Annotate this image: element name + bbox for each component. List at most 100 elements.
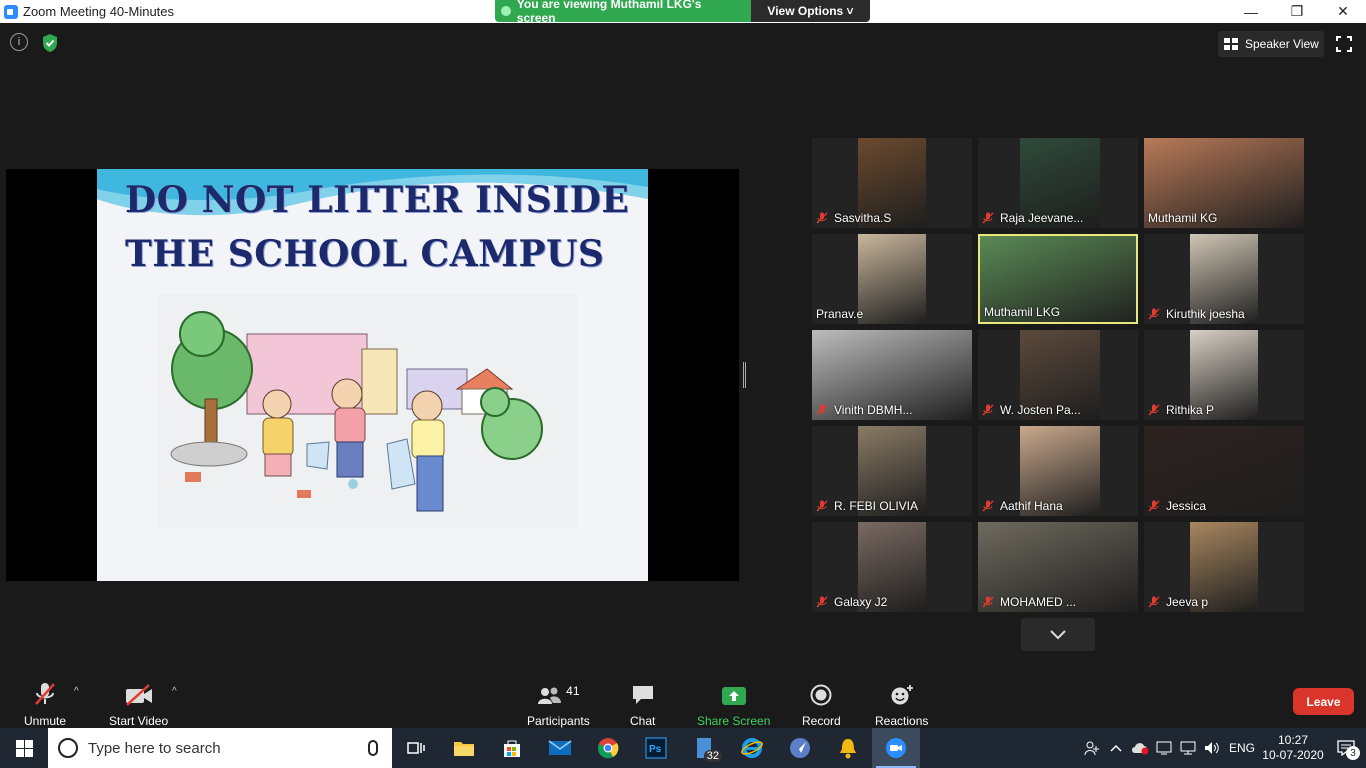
windows-start-button[interactable]	[0, 728, 48, 768]
bell-icon	[840, 739, 856, 759]
participant-tile[interactable]: Muthamil KG	[1144, 138, 1304, 228]
show-hidden-icons-icon[interactable]	[1104, 728, 1128, 768]
gallery-next-page-button[interactable]	[1021, 618, 1095, 651]
shared-screen: DO NOT LITTER INSIDE THE SCHOOL CAMPUS	[6, 169, 739, 581]
participant-name-text: Muthamil LKG	[984, 305, 1061, 319]
slide-title-line-1: DO NOT LITTER INSIDE	[125, 179, 630, 221]
participant-name-text: Sasvitha.S	[834, 211, 892, 225]
participant-tile[interactable]: Kiruthik joesha	[1144, 234, 1304, 324]
participant-tile[interactable]: Sasvitha.S	[812, 138, 972, 228]
participant-name: Muthamil KG	[1148, 211, 1217, 225]
internet-explorer-app[interactable]	[728, 728, 776, 768]
unmute-button[interactable]: Unmute	[24, 680, 66, 728]
cloud-sync-error-icon[interactable]	[1128, 728, 1152, 768]
unmute-label: Unmute	[24, 714, 67, 728]
explorer-shortcut-app[interactable]	[776, 728, 824, 768]
participant-tile[interactable]: Muthamil LKG	[978, 234, 1138, 324]
participant-name-text: R. FEBI OLIVIA	[834, 499, 919, 513]
participant-tile[interactable]: Jeeva p	[1144, 522, 1304, 612]
calculator-badge: 32	[703, 750, 722, 762]
microphone-muted-icon	[34, 680, 56, 706]
participant-tile[interactable]: Aathif Hana	[978, 426, 1138, 516]
participant-name-text: Pranav.e	[816, 307, 864, 321]
chrome-app[interactable]	[584, 728, 632, 768]
encryption-shield-icon[interactable]	[40, 33, 60, 53]
muted-mic-icon	[1148, 500, 1160, 512]
participant-name-text: MOHAMED ...	[1000, 595, 1077, 609]
participant-name-text: Jeeva p	[1166, 595, 1209, 609]
mail-app[interactable]	[536, 728, 584, 768]
close-button[interactable]: ✕	[1320, 0, 1366, 23]
chat-button[interactable]: Chat	[630, 680, 655, 728]
participant-name-text: Raja Jeevane...	[1000, 211, 1084, 225]
info-icon[interactable]: i	[10, 33, 28, 51]
participant-name: W. Josten Pa...	[982, 403, 1081, 417]
participant-tile[interactable]: Raja Jeevane...	[978, 138, 1138, 228]
svg-text:Ps: Ps	[649, 744, 662, 755]
microphone-icon[interactable]	[368, 740, 378, 756]
chevron-down-icon	[1050, 629, 1066, 639]
taskbar-search-box[interactable]: Type here to search	[48, 728, 392, 768]
participant-tile[interactable]: Pranav.e	[812, 234, 972, 324]
task-view-icon	[407, 742, 425, 754]
participant-name-text: Vinith DBMH...	[834, 403, 913, 417]
reactions-button[interactable]: Reactions	[875, 680, 928, 728]
participant-name: Vinith DBMH...	[816, 403, 912, 417]
microsoft-store-app[interactable]	[488, 728, 536, 768]
muted-mic-icon	[1148, 596, 1160, 608]
task-view-button[interactable]	[392, 728, 440, 768]
participant-name: Rithika P	[1148, 403, 1214, 417]
file-explorer-app[interactable]	[440, 728, 488, 768]
splitter-handle[interactable]	[743, 362, 746, 388]
minimize-button[interactable]: —	[1228, 0, 1274, 23]
people-icon[interactable]	[1080, 728, 1104, 768]
windows-taskbar: Type here to search Ps 32 ENG 10:27 10-0…	[0, 728, 1366, 768]
input-language[interactable]: ENG	[1224, 728, 1260, 768]
video-options-caret[interactable]: ^	[172, 686, 177, 697]
display-settings-icon[interactable]	[1152, 728, 1176, 768]
participant-name: Jessica	[1148, 499, 1206, 513]
volume-icon[interactable]	[1200, 728, 1224, 768]
taskbar-clock[interactable]: 10:27 10-07-2020	[1260, 733, 1326, 763]
share-banner: You are viewing Muthamil LKG's screen Vi…	[495, 0, 870, 22]
participant-tile[interactable]: Jessica	[1144, 426, 1304, 516]
notification-bell-app[interactable]	[824, 728, 872, 768]
participant-name-text: Rithika P	[1166, 403, 1215, 417]
participant-tile[interactable]: W. Josten Pa...	[978, 330, 1138, 420]
calculator-app[interactable]: 32	[680, 728, 728, 768]
participant-tile[interactable]: Vinith DBMH...	[812, 330, 972, 420]
participant-name-text: Muthamil KG	[1148, 211, 1218, 225]
maximize-button[interactable]: ❐	[1274, 0, 1320, 23]
network-icon[interactable]	[1176, 728, 1200, 768]
participants-button[interactable]: 41 Participants	[527, 680, 590, 728]
participants-count: 41	[566, 684, 580, 698]
leave-meeting-button[interactable]: Leave	[1293, 688, 1354, 715]
participant-tile[interactable]: R. FEBI OLIVIA	[812, 426, 972, 516]
participant-tile[interactable]: MOHAMED ...	[978, 522, 1138, 612]
record-button[interactable]: Record	[802, 680, 841, 728]
speaker-view-button[interactable]: Speaker View	[1218, 31, 1324, 57]
share-screen-arrow-icon	[721, 680, 747, 706]
pinned-apps: Ps 32	[392, 728, 920, 768]
fullscreen-icon[interactable]	[1336, 36, 1352, 52]
participant-name: MOHAMED ...	[982, 595, 1076, 609]
shared-slide: DO NOT LITTER INSIDE THE SCHOOL CAMPUS	[97, 169, 648, 581]
participant-tile[interactable]: Rithika P	[1144, 330, 1304, 420]
photoshop-app[interactable]: Ps	[632, 728, 680, 768]
action-center-button[interactable]: 3	[1326, 728, 1366, 768]
zoom-app[interactable]	[872, 728, 920, 768]
clock-time: 10:27	[1277, 733, 1309, 747]
view-options-button[interactable]: View Options ˅	[751, 0, 870, 22]
emoji-reaction-icon	[890, 680, 914, 706]
participant-name-text: W. Josten Pa...	[1000, 403, 1081, 417]
audio-options-caret[interactable]: ^	[74, 686, 79, 697]
chat-label: Chat	[630, 714, 656, 728]
participant-tile[interactable]: Galaxy J2	[812, 522, 972, 612]
participant-name: Sasvitha.S	[816, 211, 891, 225]
share-screen-button[interactable]: Share Screen	[697, 680, 770, 728]
start-video-button[interactable]: Start Video	[109, 680, 168, 728]
muted-mic-icon	[982, 500, 994, 512]
participant-name: Pranav.e	[816, 307, 863, 321]
internet-explorer-icon	[741, 738, 763, 758]
muted-mic-icon	[816, 596, 828, 608]
